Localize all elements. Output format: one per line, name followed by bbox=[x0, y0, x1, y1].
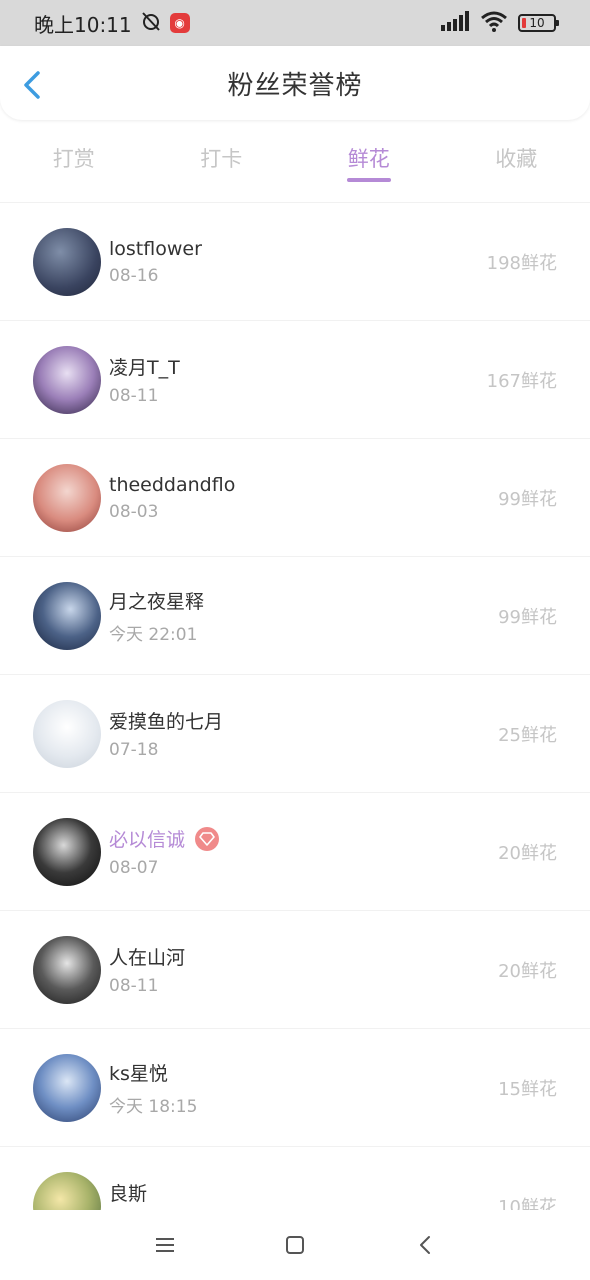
list-item[interactable]: 爱摸鱼的七月 07-18 25鲜花 bbox=[0, 674, 590, 792]
avatar[interactable] bbox=[33, 935, 101, 1004]
avatar[interactable] bbox=[33, 581, 101, 650]
avatar[interactable] bbox=[33, 1171, 101, 1210]
fan-date: 07-18 bbox=[109, 740, 159, 760]
tab-label: 收藏 bbox=[495, 147, 538, 171]
status-time: 晚上10:11 bbox=[34, 12, 132, 37]
page-header: 粉丝荣誉榜 bbox=[0, 46, 590, 120]
netease-music-icon: ◉ bbox=[169, 13, 190, 33]
battery-icon: 10 bbox=[518, 14, 559, 32]
home-button[interactable] bbox=[275, 1225, 315, 1265]
fan-name: 良斯 bbox=[109, 1183, 148, 1205]
list-item[interactable]: 良斯 07-22 10鲜花 bbox=[0, 1146, 590, 1210]
fan-date: 08-11 bbox=[109, 976, 159, 996]
list-item[interactable]: ks星悦 今天 18:15 15鲜花 bbox=[0, 1028, 590, 1146]
alarm-off-icon bbox=[140, 10, 162, 36]
flower-count: 20鲜花 bbox=[498, 842, 557, 864]
fan-date: 08-03 bbox=[109, 501, 159, 522]
fan-name: theeddandflo bbox=[109, 473, 236, 496]
menu-icon bbox=[156, 1238, 174, 1252]
chevron-left-icon bbox=[24, 71, 40, 99]
wifi-icon bbox=[480, 10, 508, 36]
tab-label: 鲜花 bbox=[347, 147, 390, 171]
flower-count: 10鲜花 bbox=[498, 1196, 557, 1211]
tab-label: 打卡 bbox=[200, 147, 243, 171]
flower-count: 25鲜花 bbox=[498, 724, 557, 746]
home-square-icon bbox=[286, 1236, 304, 1254]
list-item[interactable]: 月之夜星释 今天 22:01 99鲜花 bbox=[0, 556, 590, 674]
avatar[interactable] bbox=[33, 227, 101, 296]
flower-count: 167鲜花 bbox=[486, 370, 557, 392]
fan-name: ks星悦 bbox=[109, 1062, 168, 1085]
list-item[interactable]: 凌月T_T 08-11 167鲜花 bbox=[0, 320, 590, 438]
list-item[interactable]: 必以信诚 08-07 20鲜花 bbox=[0, 792, 590, 910]
fan-name: 人在山河 bbox=[109, 947, 186, 969]
list-item[interactable]: theeddandflo 08-03 99鲜花 bbox=[0, 438, 590, 556]
list-item[interactable]: 人在山河 08-11 20鲜花 bbox=[0, 910, 590, 1028]
battery-level: 10 bbox=[529, 16, 545, 30]
fan-date: 今天 22:01 bbox=[109, 624, 198, 645]
fan-date: 今天 18:15 bbox=[109, 1096, 198, 1117]
tab-reward[interactable]: 打赏 bbox=[0, 126, 148, 190]
list-item[interactable]: lostflower 08-16 198鲜花 bbox=[0, 202, 590, 320]
fan-date: 08-07 bbox=[109, 858, 159, 878]
avatar[interactable] bbox=[33, 1053, 101, 1122]
flower-count: 99鲜花 bbox=[498, 488, 557, 510]
flower-count: 20鲜花 bbox=[498, 960, 557, 982]
system-nav-bar bbox=[0, 1210, 590, 1280]
tab-flowers[interactable]: 鲜花 bbox=[295, 126, 443, 190]
avatar[interactable] bbox=[33, 345, 101, 414]
back-button[interactable] bbox=[20, 70, 46, 100]
flower-count: 198鲜花 bbox=[486, 252, 557, 274]
fan-name: 爱摸鱼的七月 bbox=[109, 711, 224, 733]
fan-name: 凌月T_T bbox=[109, 357, 180, 379]
avatar[interactable] bbox=[33, 817, 101, 886]
page-title: 粉丝荣誉榜 bbox=[227, 70, 363, 101]
fan-name: 月之夜星释 bbox=[109, 590, 205, 613]
fan-name: 必以信诚 bbox=[109, 829, 186, 851]
tab-favorites[interactable]: 收藏 bbox=[443, 126, 590, 190]
avatar[interactable] bbox=[33, 463, 101, 532]
diamond-icon bbox=[195, 826, 220, 851]
flower-count: 15鲜花 bbox=[498, 1078, 557, 1100]
fan-date: 08-16 bbox=[109, 265, 159, 286]
fan-name: lostflower bbox=[109, 237, 202, 260]
tab-checkin[interactable]: 打卡 bbox=[148, 126, 296, 190]
tab-bar: 打赏 打卡 鲜花 收藏 bbox=[0, 126, 590, 190]
flower-count: 99鲜花 bbox=[498, 606, 557, 628]
back-nav-button[interactable] bbox=[405, 1225, 445, 1265]
tab-label: 打赏 bbox=[52, 147, 95, 171]
back-icon bbox=[420, 1236, 430, 1254]
avatar[interactable] bbox=[33, 699, 101, 768]
menu-button[interactable] bbox=[145, 1225, 185, 1265]
fan-list: lostflower 08-16 198鲜花 凌月T_T 08-11 167鲜花… bbox=[0, 202, 590, 1210]
signal-icon bbox=[440, 11, 470, 35]
status-bar: 晚上10:11 ◉ 10 bbox=[0, 0, 590, 46]
fan-date: 08-11 bbox=[109, 386, 159, 406]
